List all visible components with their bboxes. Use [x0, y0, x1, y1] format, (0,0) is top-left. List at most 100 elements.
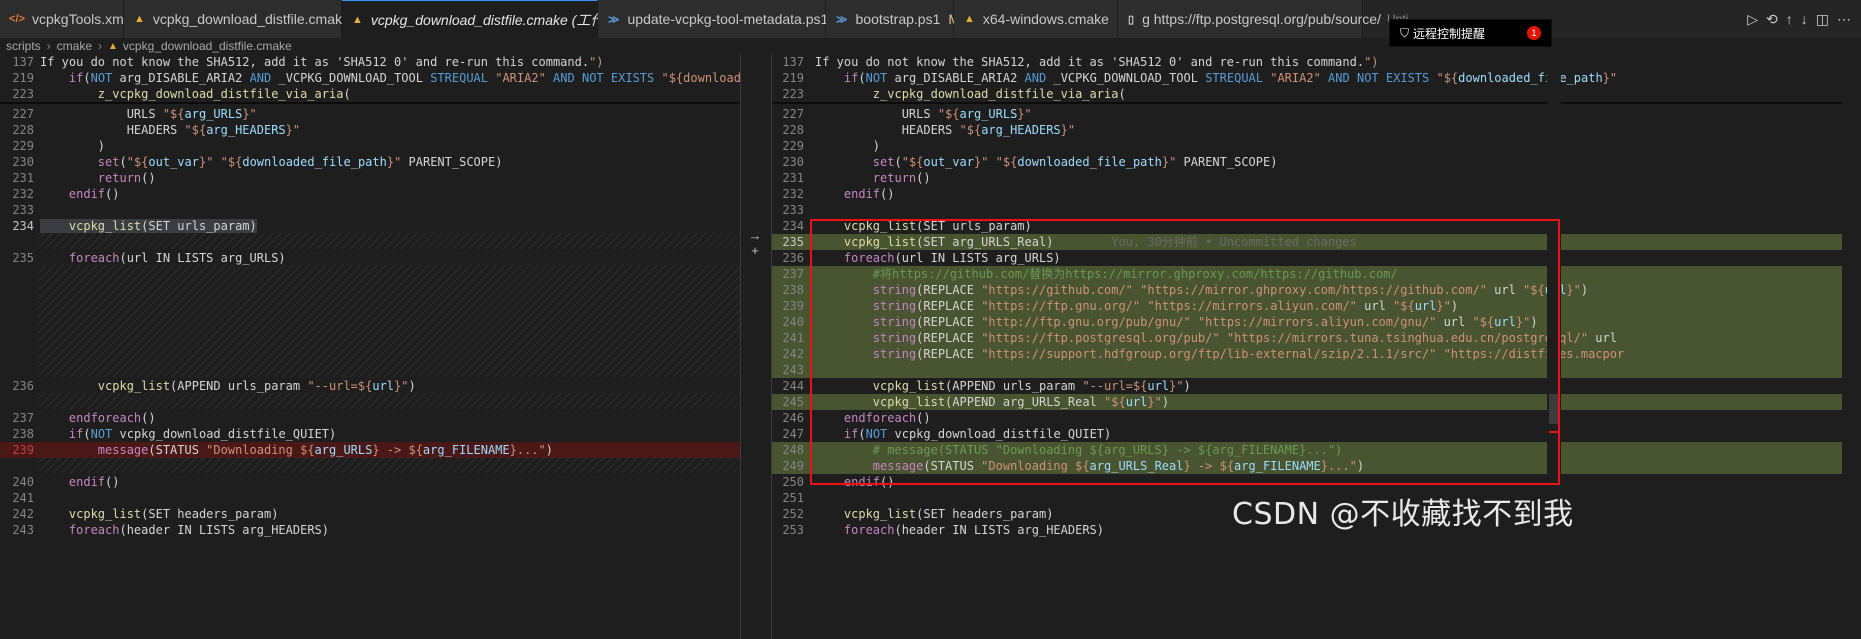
code-line[interactable]: 228 HEADERS "${arg_HEADERS}"	[772, 122, 1842, 138]
line-number: 227	[12, 107, 34, 121]
line-number: 252	[782, 507, 804, 521]
code-line[interactable]: 231 return()	[0, 170, 740, 186]
plus-icon[interactable]: +	[747, 244, 763, 258]
breadcrumb-item[interactable]: scripts	[6, 39, 41, 53]
code-text: endif()	[843, 187, 895, 201]
code-line[interactable]: 223 z_vcpkg_download_distfile_via_aria(	[772, 86, 1842, 102]
code-line[interactable]: 227 URLS "${arg_URLS}"	[772, 106, 1842, 122]
line-number: 239	[12, 443, 34, 457]
code-text: foreach(header IN LISTS arg_HEADERS)	[68, 523, 329, 537]
code-line[interactable]: 137 If you do not know the SHA512, add it…	[0, 54, 740, 70]
code-line[interactable]: 236 vcpkg_list(APPEND urls_param "--url=…	[0, 378, 740, 394]
code-line[interactable]: 240 endif()	[0, 474, 740, 490]
code-line[interactable]: 237 #将https://github.com/替换为https://mirr…	[772, 266, 1842, 282]
code-line[interactable]: 246 endforeach()	[772, 410, 1842, 426]
code-line[interactable]: 137 If you do not know the SHA512, add it…	[772, 54, 1842, 70]
tab-update-vcpkg-tool-metadata[interactable]: ≫ update-vcpkg-tool-metadata.ps1 M	[598, 0, 848, 38]
code-line[interactable]: 219 if(NOT arg_DISABLE_ARIA2 AND _VCPKG_…	[0, 70, 740, 86]
code-line[interactable]: 243 foreach(header IN LISTS arg_HEADERS)	[0, 522, 740, 538]
code-line[interactable]: 239 string(REPLACE "https://ftp.gnu.org/…	[772, 298, 1842, 314]
chevron-right-icon: ›	[98, 39, 103, 53]
line-number: 231	[12, 171, 34, 185]
code-line[interactable]: 238 string(REPLACE "https://github.com/"…	[772, 282, 1842, 298]
line-number: 238	[782, 283, 804, 297]
diff-modified-pane[interactable]: 137 If you do not know the SHA512, add it…	[772, 54, 1842, 639]
line-number: 241	[12, 491, 34, 505]
code-line[interactable]: 240 string(REPLACE "http://ftp.gnu.org/p…	[772, 314, 1842, 330]
cmake-icon: ▲	[108, 40, 118, 52]
diff-marker	[1549, 394, 1559, 424]
code-line[interactable]: 242 string(REPLACE "https://support.hdfg…	[772, 346, 1842, 362]
cmake-icon: ▲	[352, 13, 363, 26]
code-line[interactable]: 235 vcpkg_list(SET arg_URLS_Real) You, 3…	[772, 234, 1842, 250]
line-number: 253	[782, 523, 804, 537]
diff-original-pane[interactable]: 137 If you do not know the SHA512, add it…	[0, 54, 740, 639]
code-line[interactable]: 237 endforeach()	[0, 410, 740, 426]
line-number: 228	[782, 123, 804, 137]
code-text: #将https://github.com/替换为https://mirror.g…	[815, 267, 1398, 281]
code-text: string(REPLACE "https://github.com/" "ht…	[872, 283, 1589, 297]
code-line[interactable]: 235 foreach(url IN LISTS arg_URLS)	[0, 250, 740, 266]
run-icon[interactable]: ▷	[1747, 11, 1758, 28]
arrow-down-icon[interactable]: ↓	[1801, 11, 1808, 27]
code-line[interactable]: 241	[0, 490, 740, 506]
code-line[interactable]: 236 foreach(url IN LISTS arg_URLS)	[772, 250, 1842, 266]
code-text: HEADERS "${arg_HEADERS}"	[815, 123, 1076, 137]
code-line[interactable]: 249 message(STATUS "Downloading ${arg_UR…	[772, 458, 1842, 474]
diff-filler	[38, 457, 740, 473]
code-line[interactable]: 234 vcpkg_list(SET urls_param)	[0, 218, 740, 234]
overview-ruler[interactable]	[1547, 54, 1561, 639]
code-line[interactable]: 231 return()	[772, 170, 1842, 186]
code-text: string(REPLACE "https://ftp.postgresql.o…	[872, 331, 1617, 345]
code-line[interactable]: 233	[772, 202, 1842, 218]
editor-tab-bar: </> vcpkgTools.xml M ▲ vcpkg_download_di…	[0, 0, 1861, 38]
arrow-right-icon[interactable]: →	[747, 229, 763, 243]
tab-vcpkg-download-distfile[interactable]: ▲ vcpkg_download_distfile.cmake M	[124, 0, 369, 38]
tab-label: vcpkg_download_distfile.cmake (工作树)	[370, 11, 623, 28]
code-line[interactable]: 223 z_vcpkg_download_distfile_via_aria(	[0, 86, 740, 102]
code-line[interactable]: 241 string(REPLACE "https://ftp.postgres…	[772, 330, 1842, 346]
code-line[interactable]: 229 )	[0, 138, 740, 154]
breadcrumb-item[interactable]: cmake	[57, 39, 92, 53]
code-text: z_vcpkg_download_distfile_via_aria(	[872, 87, 1126, 101]
code-line[interactable]: 228 HEADERS "${arg_HEADERS}"	[0, 122, 740, 138]
line-number: 243	[12, 523, 34, 537]
code-line[interactable]: 239 message(STATUS "Downloading ${arg_UR…	[0, 442, 740, 458]
tab-vcpkg-download-distfile-worktree[interactable]: ▲ vcpkg_download_distfile.cmake (工作树) M …	[342, 0, 665, 38]
code-line[interactable]: 234 vcpkg_list(SET urls_param)	[772, 218, 1842, 234]
code-line[interactable]: 250 endif()	[772, 474, 1842, 490]
code-text: vcpkg_list(APPEND arg_URLS_Real "${url}"…	[872, 395, 1170, 409]
code-line[interactable]: 232 endif()	[0, 186, 740, 202]
breadcrumb-item[interactable]: vcpkg_download_distfile.cmake	[123, 39, 292, 53]
line-number: 248	[782, 443, 804, 457]
line-number: 237	[782, 267, 804, 281]
code-line[interactable]: 244 vcpkg_list(APPEND urls_param "--url=…	[772, 378, 1842, 394]
arrow-up-icon[interactable]: ↑	[1786, 11, 1793, 27]
code-line[interactable]: 245 vcpkg_list(APPEND arg_URLS_Real "${u…	[772, 394, 1842, 410]
tab-vcpkgtools-xml[interactable]: </> vcpkgTools.xml M	[0, 0, 147, 38]
line-number: 231	[782, 171, 804, 185]
more-icon[interactable]: ⋯	[1837, 11, 1851, 28]
line-number: 249	[782, 459, 804, 473]
code-line[interactable]: 230 set("${out_var}" "${downloaded_file_…	[772, 154, 1842, 170]
code-line[interactable]: 232 endif()	[772, 186, 1842, 202]
split-editor-icon[interactable]: ◫	[1816, 11, 1829, 28]
code-text: if(NOT arg_DISABLE_ARIA2 AND _VCPKG_DOWN…	[843, 71, 1618, 85]
code-line[interactable]: 233	[0, 202, 740, 218]
tab-untitled-url[interactable]: ▯ g https://ftp.postgresql.org/pub/sourc…	[1118, 0, 1408, 38]
code-line[interactable]: 243	[772, 362, 1842, 378]
tab-x64-windows-cmake[interactable]: ▲ x64-windows.cmake M	[954, 0, 1129, 38]
code-line[interactable]: 227 URLS "${arg_URLS}"	[0, 106, 740, 122]
code-line[interactable]: 229 )	[772, 138, 1842, 154]
code-line[interactable]: 219 if(NOT arg_DISABLE_ARIA2 AND _VCPKG_…	[772, 70, 1842, 86]
code-line[interactable]: 230 set("${out_var}" "${downloaded_file_…	[0, 154, 740, 170]
compare-icon[interactable]: ⟲	[1766, 11, 1778, 28]
tab-label: vcpkgTools.xml	[32, 11, 127, 27]
line-number: 239	[782, 299, 804, 313]
code-line[interactable]: 247 if(NOT vcpkg_download_distfile_QUIET…	[772, 426, 1842, 442]
tab-bootstrap-ps1[interactable]: ≫ bootstrap.ps1 M	[826, 0, 960, 38]
code-line[interactable]: 242 vcpkg_list(SET headers_param)	[0, 506, 740, 522]
remote-control-notification[interactable]: ⛉ 远程控制提醒 1	[1389, 20, 1551, 46]
code-line[interactable]: 248 # message(STATUS "Downloading ${arg_…	[772, 442, 1842, 458]
code-line[interactable]: 238 if(NOT vcpkg_download_distfile_QUIET…	[0, 426, 740, 442]
